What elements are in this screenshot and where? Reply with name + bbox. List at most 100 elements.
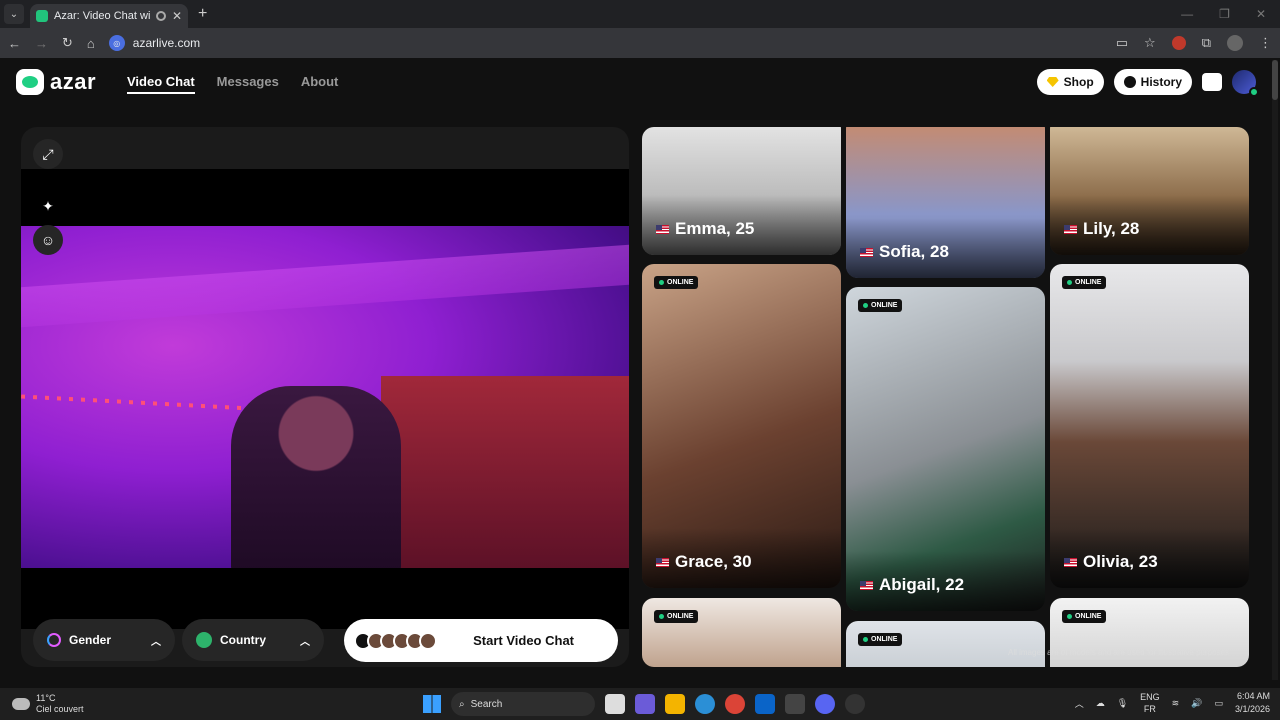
language-indicator[interactable]: ENG FR (1140, 691, 1160, 715)
online-status-dot (1249, 87, 1259, 97)
cast-icon[interactable]: ▭ (1116, 35, 1128, 51)
nav-messages[interactable]: Messages (217, 74, 279, 94)
us-flag-icon (1064, 224, 1077, 234)
cloud-icon (12, 698, 30, 710)
search-icon: ⌕ (459, 698, 465, 710)
new-tab-button[interactable]: + (198, 5, 207, 23)
search-placeholder: Search (470, 698, 503, 710)
mail-icon[interactable] (755, 694, 775, 714)
profile-card[interactable]: ONLINE (846, 621, 1045, 667)
restore-button[interactable]: ❐ (1219, 7, 1230, 21)
globe-icon (196, 632, 212, 648)
network-tray-icon[interactable]: ☁ (1096, 698, 1105, 709)
close-tab-icon[interactable]: ✕ (172, 9, 182, 23)
profile-gallery: Emma, 25 ONLINE Grace, 30 ONLINE Sofia, … (642, 127, 1249, 667)
profile-name: Lily, 28 (1064, 219, 1139, 239)
nav-video-chat[interactable]: Video Chat (127, 74, 195, 94)
scrollbar-thumb[interactable] (1272, 60, 1278, 100)
temperature: 11°C (36, 693, 56, 703)
tray-chevron-icon[interactable]: ︿ (1075, 697, 1084, 710)
camera-person (231, 386, 401, 568)
profile-card[interactable]: ONLINE Olivia, 23 (1050, 264, 1249, 588)
gender-label: Gender (69, 633, 112, 647)
user-avatar[interactable] (1232, 70, 1259, 97)
address-bar-row: ← → ↻ ⌂ ◎ azarlive.com ▭ ☆ ⧉ ⋮ (0, 28, 1280, 58)
clock-icon (1123, 76, 1136, 88)
browser-tab-bar: ⌄ Azar: Video Chat with New ✕ + — ❐ ✕ (0, 0, 1280, 28)
volume-icon[interactable]: 🔊 (1191, 698, 1202, 709)
page: azar Video Chat Messages About Shop Hist… (0, 58, 1280, 688)
site-header: azar Video Chat Messages About Shop Hist… (0, 58, 1280, 106)
profile-name: Sofia, 28 (860, 242, 949, 262)
profile-card[interactable]: ONLINE (642, 598, 841, 667)
profile-card[interactable]: Lily, 28 (1050, 127, 1249, 255)
shop-label: Shop (1063, 75, 1094, 89)
us-flag-icon (656, 557, 669, 567)
us-flag-icon (1064, 557, 1077, 567)
home-icon[interactable]: ⌂ (87, 36, 95, 51)
chrome-icon[interactable] (725, 694, 745, 714)
video-controls: Gender ︿ Country ︿ Start Video Chat (21, 603, 629, 667)
edge-icon[interactable] (695, 694, 715, 714)
nav-about[interactable]: About (301, 74, 339, 94)
history-button[interactable]: History (1113, 69, 1192, 95)
us-flag-icon (860, 580, 873, 590)
minimize-button[interactable]: — (1181, 7, 1193, 21)
camera-feed (21, 226, 629, 568)
start-video-chat-button[interactable]: Start Video Chat (344, 619, 618, 662)
led-strip (21, 394, 271, 412)
site-info-icon[interactable]: ◎ (108, 35, 125, 51)
magic-wand-icon[interactable]: ✦ (33, 191, 63, 221)
file-explorer-icon[interactable] (665, 694, 685, 714)
close-window-button[interactable]: ✕ (1256, 7, 1266, 21)
country-filter[interactable]: Country ︿ (182, 619, 324, 661)
task-view-icon[interactable] (605, 694, 625, 714)
widgets-app-icon[interactable] (635, 694, 655, 714)
reload-icon[interactable]: ↻ (62, 35, 73, 51)
profile-card[interactable]: ONLINE Abigail, 22 (846, 287, 1045, 611)
main-nav: Video Chat Messages About (127, 74, 338, 94)
system-clock[interactable]: 6:04 AM 3/1/2026 (1235, 690, 1270, 716)
face-mask-icon[interactable]: ☺ (33, 225, 63, 255)
profile-card[interactable]: Sofia, 28 (846, 127, 1045, 278)
weather-text: Ciel couvert (36, 704, 84, 714)
url-field[interactable]: ◎ azarlive.com (108, 31, 1102, 55)
profile-name: Grace, 30 (656, 552, 752, 572)
shop-button[interactable]: Shop (1036, 69, 1104, 95)
store-icon[interactable] (785, 694, 805, 714)
tab-search-button[interactable]: ⌄ (4, 4, 24, 24)
browser-tab[interactable]: Azar: Video Chat with New ✕ (30, 4, 188, 28)
app-icon[interactable] (845, 694, 865, 714)
azar-favicon-icon (36, 10, 48, 22)
mic-icon[interactable]: 🎙 (1117, 698, 1128, 709)
windows-start-icon[interactable] (423, 695, 441, 713)
chevron-up-icon: ︿ (151, 636, 161, 648)
wifi-icon[interactable]: ≋ (1172, 698, 1180, 709)
expand-icon[interactable]: ⤢ (33, 139, 63, 169)
battery-icon[interactable]: ▭ (1214, 698, 1223, 709)
extensions-puzzle-icon[interactable]: ⧉ (1202, 35, 1211, 51)
inbox-icon[interactable] (1202, 73, 1222, 91)
bookmark-star-icon[interactable]: ☆ (1144, 35, 1156, 51)
logo-text: azar (50, 69, 97, 94)
chevron-up-icon: ︿ (300, 636, 310, 648)
profile-icon[interactable] (1227, 35, 1243, 51)
azar-logo[interactable]: azar (16, 69, 96, 95)
online-badge: ONLINE (654, 610, 699, 623)
online-badge: ONLINE (654, 276, 699, 289)
gender-icon (47, 633, 61, 647)
scrollbar[interactable] (1272, 60, 1278, 680)
profile-card[interactable]: Emma, 25 (642, 127, 841, 255)
gender-filter[interactable]: Gender ︿ (33, 619, 175, 661)
us-flag-icon (860, 247, 873, 257)
extension-icon[interactable] (1171, 36, 1186, 50)
profile-name: Olivia, 23 (1064, 552, 1158, 572)
back-icon[interactable]: ← (8, 36, 21, 51)
browser-menu-icon[interactable]: ⋮ (1259, 35, 1272, 51)
discord-icon[interactable] (815, 694, 835, 714)
gem-icon (1046, 77, 1059, 87)
weather-widget[interactable]: 11°C Ciel couvert (0, 693, 200, 715)
profile-card[interactable]: ONLINE Grace, 30 (642, 264, 841, 588)
forward-icon[interactable]: → (35, 36, 48, 51)
taskbar-search[interactable]: ⌕ Search (451, 692, 595, 716)
